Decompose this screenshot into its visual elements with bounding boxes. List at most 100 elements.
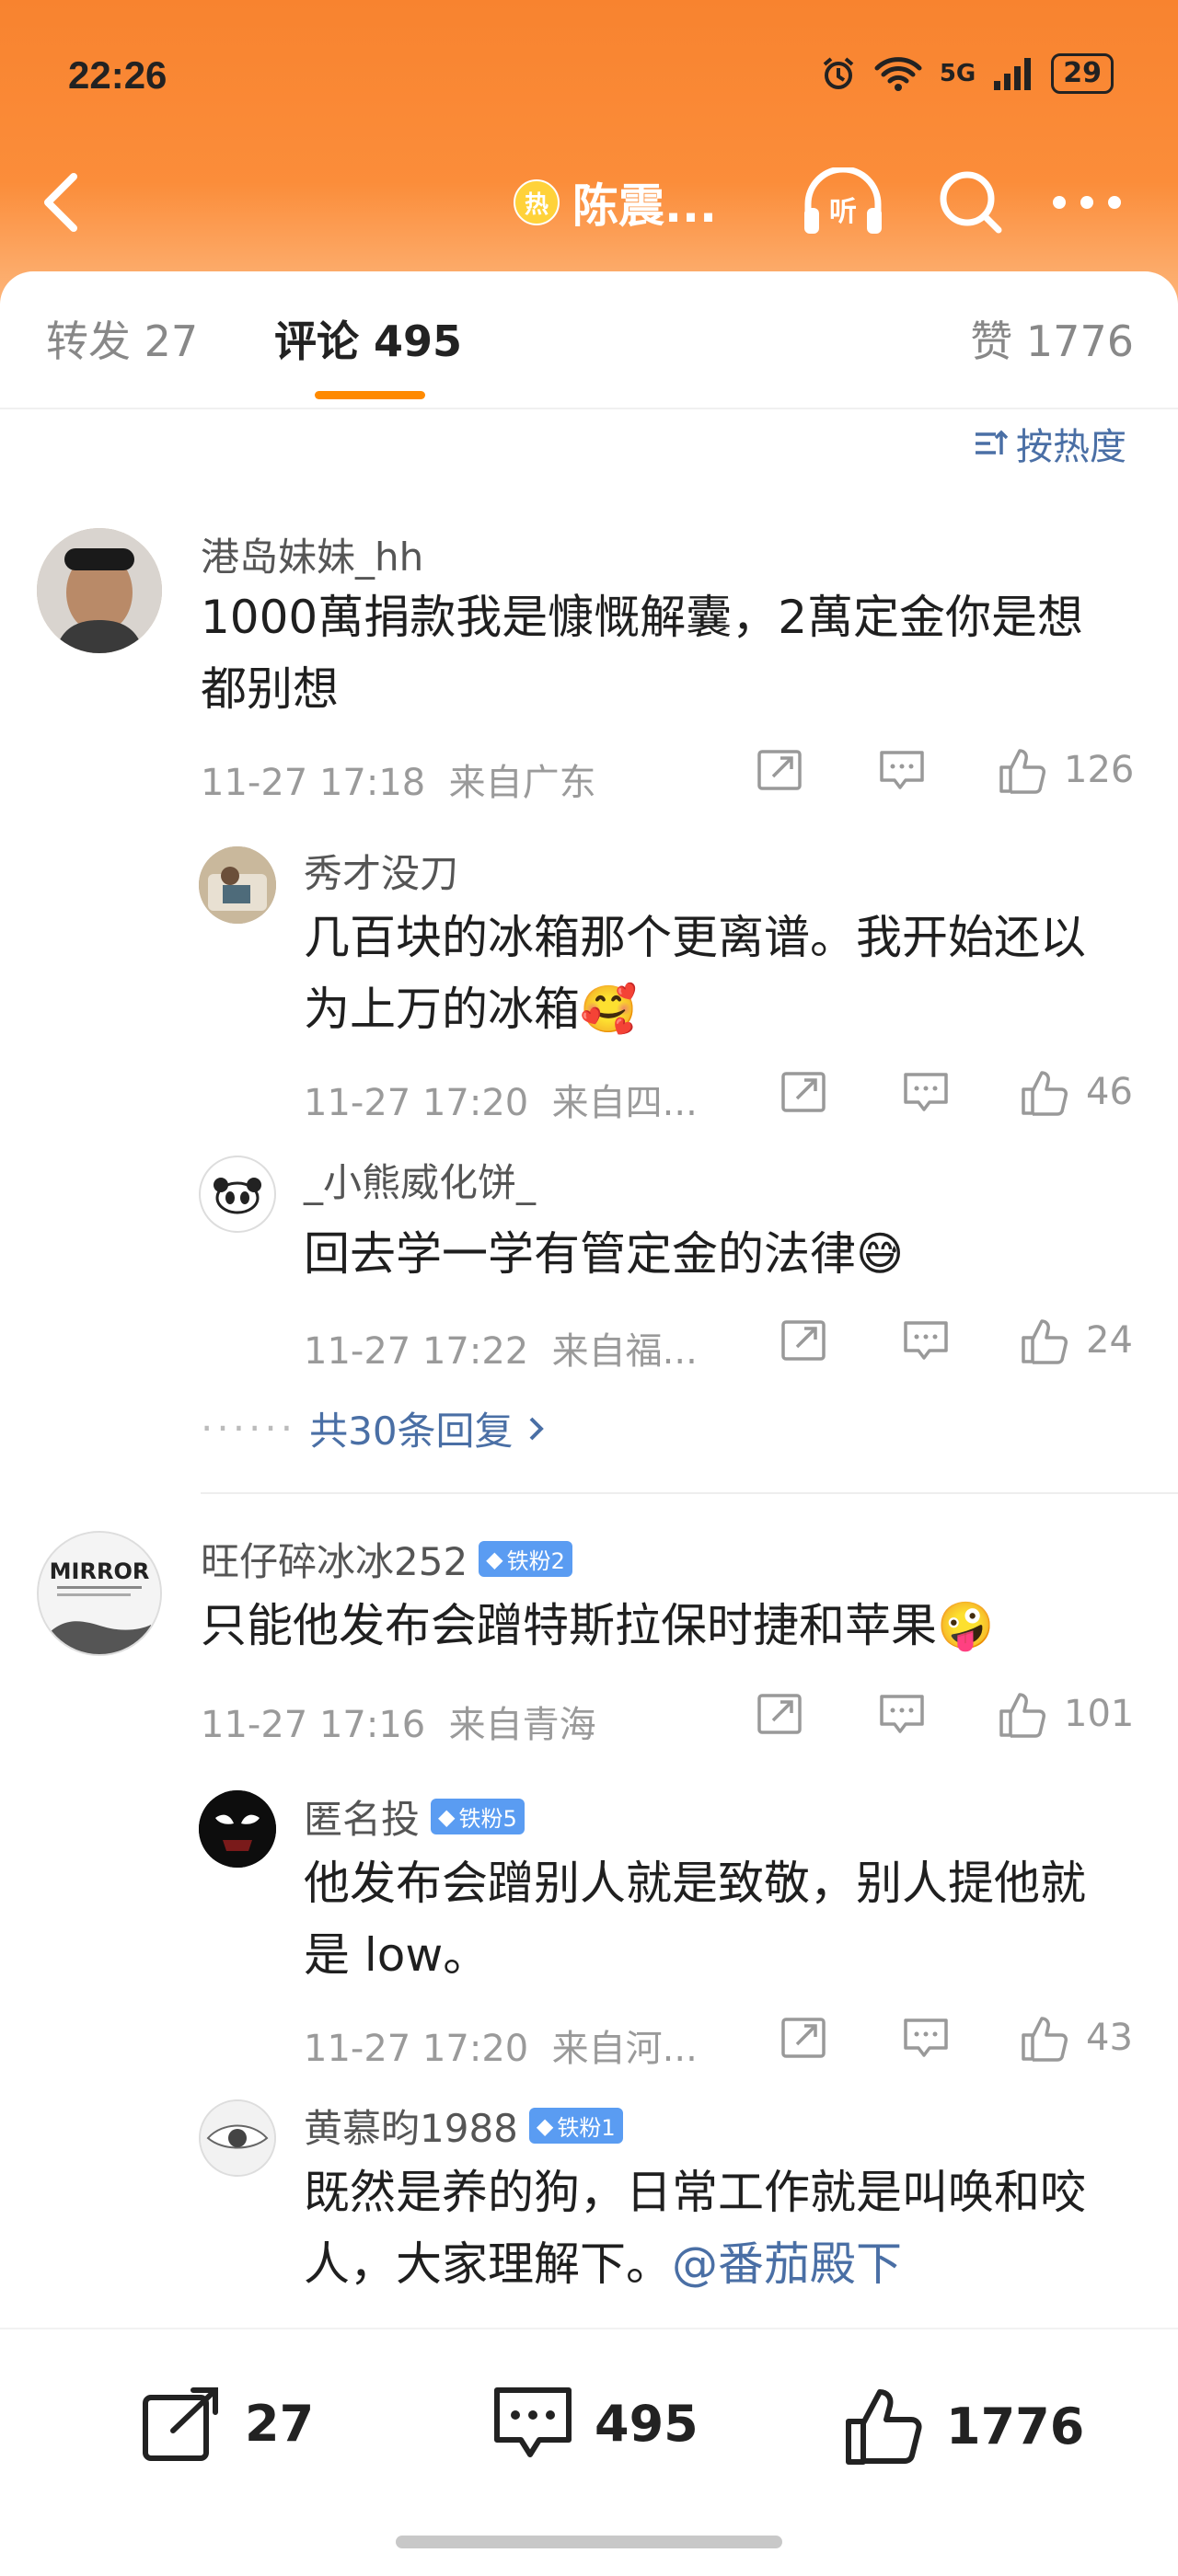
- reply-text: 回去学一学有管定金的法律😅: [304, 1218, 904, 1290]
- reply-button[interactable]: [902, 2017, 950, 2059]
- comment-text-line: 1000萬捐款我是慷慨解囊，2萬定金你是想: [201, 591, 1084, 644]
- nav-bar: 热 陈震... 听: [0, 166, 1178, 239]
- diamond-icon: ◆: [486, 1546, 503, 1572]
- avatar[interactable]: [199, 846, 276, 924]
- reply-time: 11-27 17:22: [304, 1330, 529, 1373]
- emoji: 🥰: [580, 983, 638, 1036]
- fan-badge-label: 铁粉1: [557, 2115, 616, 2141]
- reply-text-line: 几百块的冰箱那个更离谱。我开始还以: [304, 911, 1086, 964]
- comment-username-row: 旺仔碎冰冰252 ◆ 铁粉2: [201, 1531, 572, 1587]
- signal-icon: [994, 58, 1032, 90]
- like-count: 24: [1086, 1319, 1133, 1362]
- more-replies-label: 共30条回复: [309, 1409, 514, 1454]
- sort-icon: [976, 430, 1009, 454]
- tab-bar: 转发 27 评论 495 赞 1776: [0, 271, 1178, 409]
- comment-text-line: 都别想: [201, 662, 339, 716]
- more-dots-icon: [1053, 196, 1121, 209]
- comment-icon: [904, 1321, 948, 1360]
- alarm-icon: [823, 57, 854, 89]
- comment-username[interactable]: 港岛妹妹_hh: [201, 526, 423, 582]
- comment-icon: [494, 2387, 572, 2457]
- chevron-left-icon: [44, 173, 77, 232]
- avatar[interactable]: [37, 528, 162, 653]
- reply-button[interactable]: [902, 1071, 950, 1113]
- share-button[interactable]: [780, 2017, 826, 2059]
- reply-text: 既然是养的狗，日常工作就是叫唤和咬 人，大家理解下。@番茄殿下: [304, 2156, 1086, 2300]
- thumbs-up-icon: [999, 1693, 1045, 1738]
- avatar[interactable]: [199, 2099, 276, 2177]
- like-count: 43: [1086, 2017, 1133, 2059]
- network-label: 5G: [939, 60, 976, 87]
- like-count: 126: [1064, 749, 1135, 791]
- comment-meta: 11-27 17:18 来自广东: [201, 753, 596, 806]
- thumbs-up-icon: [846, 2389, 922, 2465]
- search-button[interactable]: [930, 166, 1012, 239]
- thumbs-up-icon: [1022, 1071, 1068, 1116]
- back-button[interactable]: [37, 166, 101, 239]
- reply-username[interactable]: 黄慕昀1988: [304, 2098, 518, 2154]
- comment-username[interactable]: 旺仔碎冰冰252: [201, 1531, 468, 1587]
- comment-icon: [904, 1073, 948, 1111]
- share-icon: [781, 2018, 826, 2058]
- sort-toggle[interactable]: 按热度: [972, 417, 1126, 470]
- avatar[interactable]: [199, 1156, 276, 1233]
- reply-username[interactable]: _小熊威化饼_: [304, 1152, 536, 1208]
- share-icon: [757, 1694, 802, 1734]
- share-button[interactable]: [756, 1693, 803, 1735]
- mirror-avatar-image: MIRROR: [39, 1533, 160, 1654]
- avatar[interactable]: [199, 1790, 276, 1868]
- reply-text: 几百块的冰箱那个更离谱。我开始还以 为上万的冰箱🥰: [304, 902, 1086, 1045]
- sort-label: 按热度: [1016, 426, 1126, 468]
- reply-text-segment: 为上万的冰箱: [304, 983, 580, 1036]
- top-header: 22:26 5G 29 热 陈震... 听: [0, 0, 1178, 304]
- reply-username[interactable]: 匿名投: [304, 1788, 420, 1845]
- tab-forward[interactable]: 转发 27: [46, 308, 198, 369]
- user-avatar-image: [37, 528, 162, 653]
- panda-avatar-image: [214, 1178, 261, 1214]
- search-icon: [940, 171, 1002, 234]
- reply-button[interactable]: [878, 1693, 926, 1735]
- reply-time: 11-27 17:20: [304, 2028, 529, 2070]
- emoji: 🤪: [937, 1599, 995, 1652]
- avatar[interactable]: MIRROR: [37, 1531, 162, 1656]
- like-button[interactable]: 1776: [843, 2385, 1084, 2467]
- like-button[interactable]: 24: [1020, 1316, 1133, 1365]
- reply-username[interactable]: 秀才没刀: [304, 843, 458, 899]
- tab-comments[interactable]: 评论 495: [274, 308, 462, 369]
- reply-meta: 11-27 17:20 来自河...: [304, 2018, 698, 2072]
- share-icon: [781, 1072, 826, 1112]
- reply-location: 来自河...: [551, 2028, 698, 2070]
- fan-badge: ◆ 铁粉1: [528, 2108, 623, 2144]
- comment-meta: 11-27 17:16 来自青海: [201, 1695, 596, 1748]
- mention-link[interactable]: @番茄殿下: [672, 2237, 902, 2291]
- reply-text-line: 既然是养的狗，日常工作就是叫唤和咬: [304, 2166, 1086, 2219]
- fan-badge: ◆ 铁粉2: [479, 1541, 572, 1577]
- comment-divider: [201, 1492, 1178, 1494]
- comment-button[interactable]: 495: [491, 2385, 699, 2462]
- comment-location: 来自广东: [448, 762, 596, 804]
- like-button[interactable]: 101: [998, 1689, 1134, 1739]
- user-avatar-image: [199, 846, 276, 924]
- reply-text-line: 人，大家理解下。@番茄殿下: [304, 2228, 1086, 2300]
- like-button[interactable]: 43: [1020, 2013, 1133, 2063]
- comment-location: 来自青海: [448, 1704, 596, 1746]
- emoji: 😅: [856, 1227, 905, 1281]
- reply-time: 11-27 17:20: [304, 1082, 529, 1124]
- share-button[interactable]: [780, 1319, 826, 1362]
- reply-button[interactable]: [878, 749, 926, 791]
- forward-button[interactable]: 27: [142, 2385, 314, 2462]
- like-button[interactable]: 46: [1020, 1067, 1133, 1117]
- tab-likes[interactable]: 赞 1776: [970, 308, 1134, 369]
- battery-indicator: 29: [1051, 53, 1114, 94]
- share-button[interactable]: [756, 749, 803, 791]
- reply-button[interactable]: [902, 1319, 950, 1362]
- page-title: 陈震...: [572, 179, 717, 233]
- more-replies-link[interactable]: ······ 共30条回复: [201, 1400, 547, 1456]
- like-button[interactable]: 126: [998, 745, 1134, 795]
- share-button[interactable]: [780, 1071, 826, 1113]
- nav-title[interactable]: 热 陈震...: [514, 169, 717, 236]
- listen-button[interactable]: 听: [797, 166, 889, 239]
- comment-text-segment: 只能他发布会蹭特斯拉保时捷和苹果: [201, 1599, 937, 1652]
- more-button[interactable]: [1045, 166, 1128, 239]
- fan-badge-label: 铁粉2: [506, 1548, 565, 1574]
